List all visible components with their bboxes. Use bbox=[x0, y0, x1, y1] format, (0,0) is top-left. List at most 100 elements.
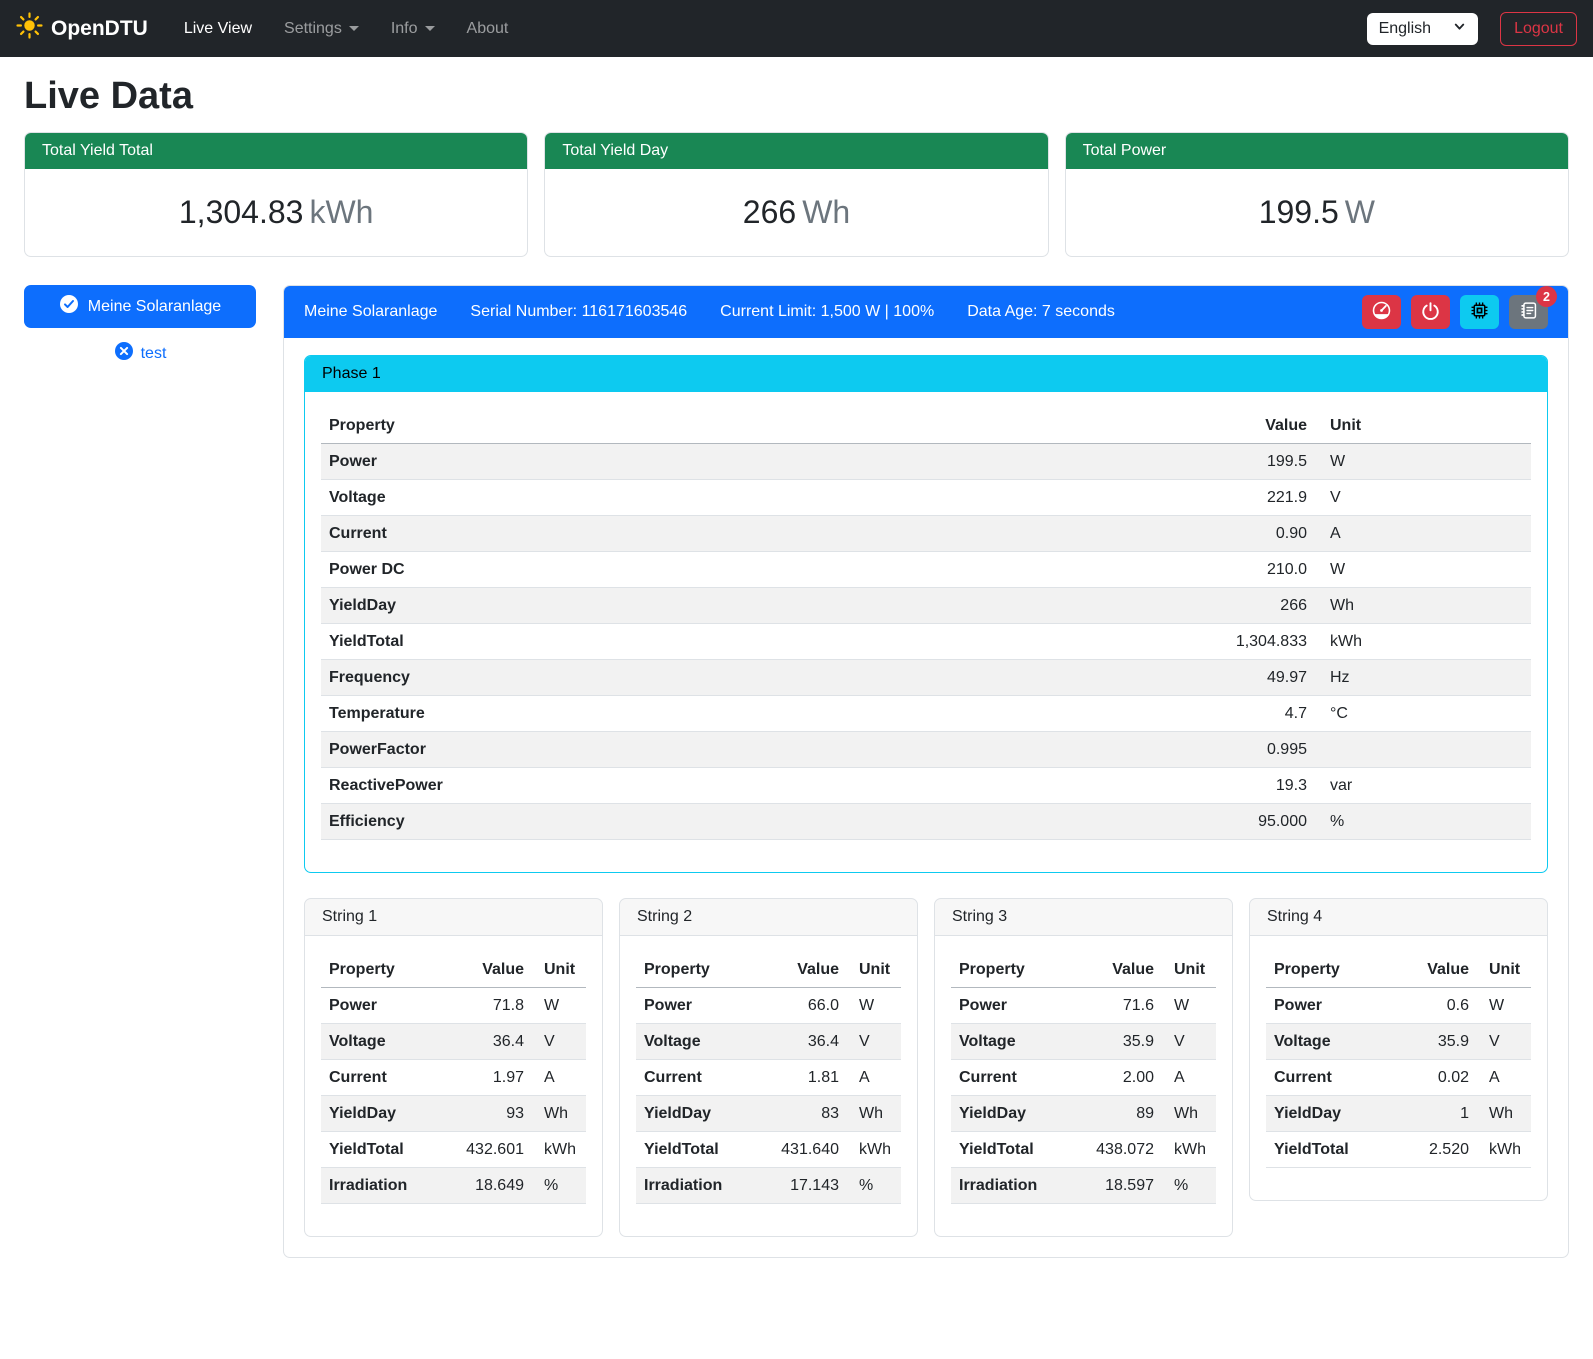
property-cell: YieldDay bbox=[636, 1096, 759, 1132]
table-row: Power199.5W bbox=[321, 444, 1531, 480]
summary-row: Total Yield Total 1,304.83kWh Total Yiel… bbox=[24, 132, 1569, 257]
unit-cell: A bbox=[1315, 516, 1531, 552]
property-cell: Power bbox=[636, 988, 759, 1024]
brand[interactable]: OpenDTU bbox=[16, 12, 148, 45]
property-header: Property bbox=[321, 952, 444, 988]
value-cell: 0.02 bbox=[1389, 1060, 1477, 1096]
unit-cell: V bbox=[1315, 480, 1531, 516]
event-log-button[interactable]: 2 bbox=[1509, 295, 1548, 329]
value-header: Value bbox=[759, 952, 847, 988]
table-row: YieldTotal2.520kWh bbox=[1266, 1132, 1531, 1168]
property-cell: Voltage bbox=[636, 1024, 759, 1060]
total-yield-day-card: Total Yield Day 266Wh bbox=[544, 132, 1048, 257]
property-cell: PowerFactor bbox=[321, 732, 1193, 768]
property-cell: Voltage bbox=[321, 480, 1193, 516]
unit-cell: A bbox=[847, 1060, 901, 1096]
value-cell: 18.649 bbox=[444, 1168, 532, 1204]
phase-title: Phase 1 bbox=[305, 356, 1547, 392]
property-cell: Irradiation bbox=[321, 1168, 444, 1204]
table-row: Voltage36.4V bbox=[636, 1024, 901, 1060]
value-cell: 0.6 bbox=[1389, 988, 1477, 1024]
value-cell: 89 bbox=[1074, 1096, 1162, 1132]
property-cell: YieldTotal bbox=[951, 1132, 1074, 1168]
string-body: Property Value Unit Power66.0WVoltage36.… bbox=[620, 936, 917, 1236]
unit-header: Unit bbox=[1477, 952, 1531, 988]
table-row: YieldDay266Wh bbox=[321, 588, 1531, 624]
value-cell: 66.0 bbox=[759, 988, 847, 1024]
chevron-down-icon bbox=[349, 26, 359, 31]
table-row: Voltage36.4V bbox=[321, 1024, 586, 1060]
table-row: YieldTotal438.072kWh bbox=[951, 1132, 1216, 1168]
table-row: Current1.97A bbox=[321, 1060, 586, 1096]
chevron-down-icon bbox=[1453, 20, 1466, 38]
card-value: 199.5 bbox=[1259, 194, 1339, 230]
property-cell: Power bbox=[951, 988, 1074, 1024]
property-cell: Current bbox=[1266, 1060, 1389, 1096]
nav-live-view[interactable]: Live View bbox=[172, 12, 264, 46]
unit-cell: W bbox=[1162, 988, 1216, 1024]
value-header: Value bbox=[1389, 952, 1477, 988]
property-header: Property bbox=[636, 952, 759, 988]
unit-cell: % bbox=[847, 1168, 901, 1204]
unit-header: Unit bbox=[1162, 952, 1216, 988]
property-cell: YieldDay bbox=[321, 588, 1193, 624]
test-link[interactable]: test bbox=[24, 341, 256, 366]
table-row: YieldTotal432.601kWh bbox=[321, 1132, 586, 1168]
unit-cell: V bbox=[1477, 1024, 1531, 1060]
inverter-serial: Serial Number: 116171603546 bbox=[470, 303, 687, 321]
property-cell: Efficiency bbox=[321, 804, 1193, 840]
card-value-row: 1,304.83kWh bbox=[25, 169, 527, 256]
property-cell: Voltage bbox=[1266, 1024, 1389, 1060]
language-select[interactable]: English bbox=[1367, 13, 1478, 45]
unit-header: Unit bbox=[1315, 408, 1531, 444]
string-table: Property Value Unit Power71.8WVoltage36.… bbox=[321, 952, 586, 1204]
logout-button[interactable]: Logout bbox=[1500, 12, 1577, 46]
property-cell: Irradiation bbox=[951, 1168, 1074, 1204]
inverter-name: Meine Solaranlage bbox=[304, 303, 437, 321]
inverter-select-label: Meine Solaranlage bbox=[88, 298, 221, 316]
table-row: Irradiation18.597% bbox=[951, 1168, 1216, 1204]
unit-cell: Wh bbox=[1315, 588, 1531, 624]
inverter-body: Phase 1 Property Value Unit Power199.5WV… bbox=[284, 338, 1568, 1257]
limit-settings-button[interactable] bbox=[1362, 295, 1401, 329]
card-title: Total Power bbox=[1066, 133, 1568, 169]
property-cell: Current bbox=[321, 516, 1193, 552]
sun-icon bbox=[16, 12, 43, 45]
unit-cell: A bbox=[1162, 1060, 1216, 1096]
value-cell: 1,304.833 bbox=[1193, 624, 1315, 660]
nav-info[interactable]: Info bbox=[379, 12, 447, 46]
phase-table: Property Value Unit Power199.5WVoltage22… bbox=[321, 408, 1531, 840]
card-title: Total Yield Day bbox=[545, 133, 1047, 169]
power-button[interactable] bbox=[1411, 295, 1450, 329]
table-row: PowerFactor0.995 bbox=[321, 732, 1531, 768]
page-title: Live Data bbox=[24, 75, 1569, 118]
card-unit: Wh bbox=[802, 194, 850, 230]
page-container: Live Data Total Yield Total 1,304.83kWh … bbox=[0, 57, 1593, 1282]
language-value: English bbox=[1379, 20, 1431, 38]
value-cell: 2.00 bbox=[1074, 1060, 1162, 1096]
nav-settings[interactable]: Settings bbox=[272, 12, 371, 46]
value-cell: 2.520 bbox=[1389, 1132, 1477, 1168]
table-row: Power66.0W bbox=[636, 988, 901, 1024]
string-card: String 1 Property Value Unit bbox=[304, 898, 603, 1237]
table-row: Temperature4.7°C bbox=[321, 696, 1531, 732]
value-cell: 0.995 bbox=[1193, 732, 1315, 768]
card-title: Total Yield Total bbox=[25, 133, 527, 169]
inverter-select-button[interactable]: Meine Solaranlage bbox=[24, 285, 256, 328]
property-header: Property bbox=[951, 952, 1074, 988]
property-cell: Power DC bbox=[321, 552, 1193, 588]
table-header-row: Property Value Unit bbox=[951, 952, 1216, 988]
string-table: Property Value Unit Power71.6WVoltage35.… bbox=[951, 952, 1216, 1204]
unit-cell: W bbox=[1315, 552, 1531, 588]
value-cell: 432.601 bbox=[444, 1132, 532, 1168]
string-title: String 1 bbox=[305, 899, 602, 936]
property-cell: Power bbox=[321, 988, 444, 1024]
table-row: YieldDay1Wh bbox=[1266, 1096, 1531, 1132]
value-cell: 36.4 bbox=[444, 1024, 532, 1060]
table-row: Frequency49.97Hz bbox=[321, 660, 1531, 696]
device-info-button[interactable] bbox=[1460, 295, 1499, 329]
brand-label: OpenDTU bbox=[51, 17, 148, 41]
table-row: Power71.6W bbox=[951, 988, 1216, 1024]
nav-about[interactable]: About bbox=[455, 12, 521, 46]
value-header: Value bbox=[1193, 408, 1315, 444]
